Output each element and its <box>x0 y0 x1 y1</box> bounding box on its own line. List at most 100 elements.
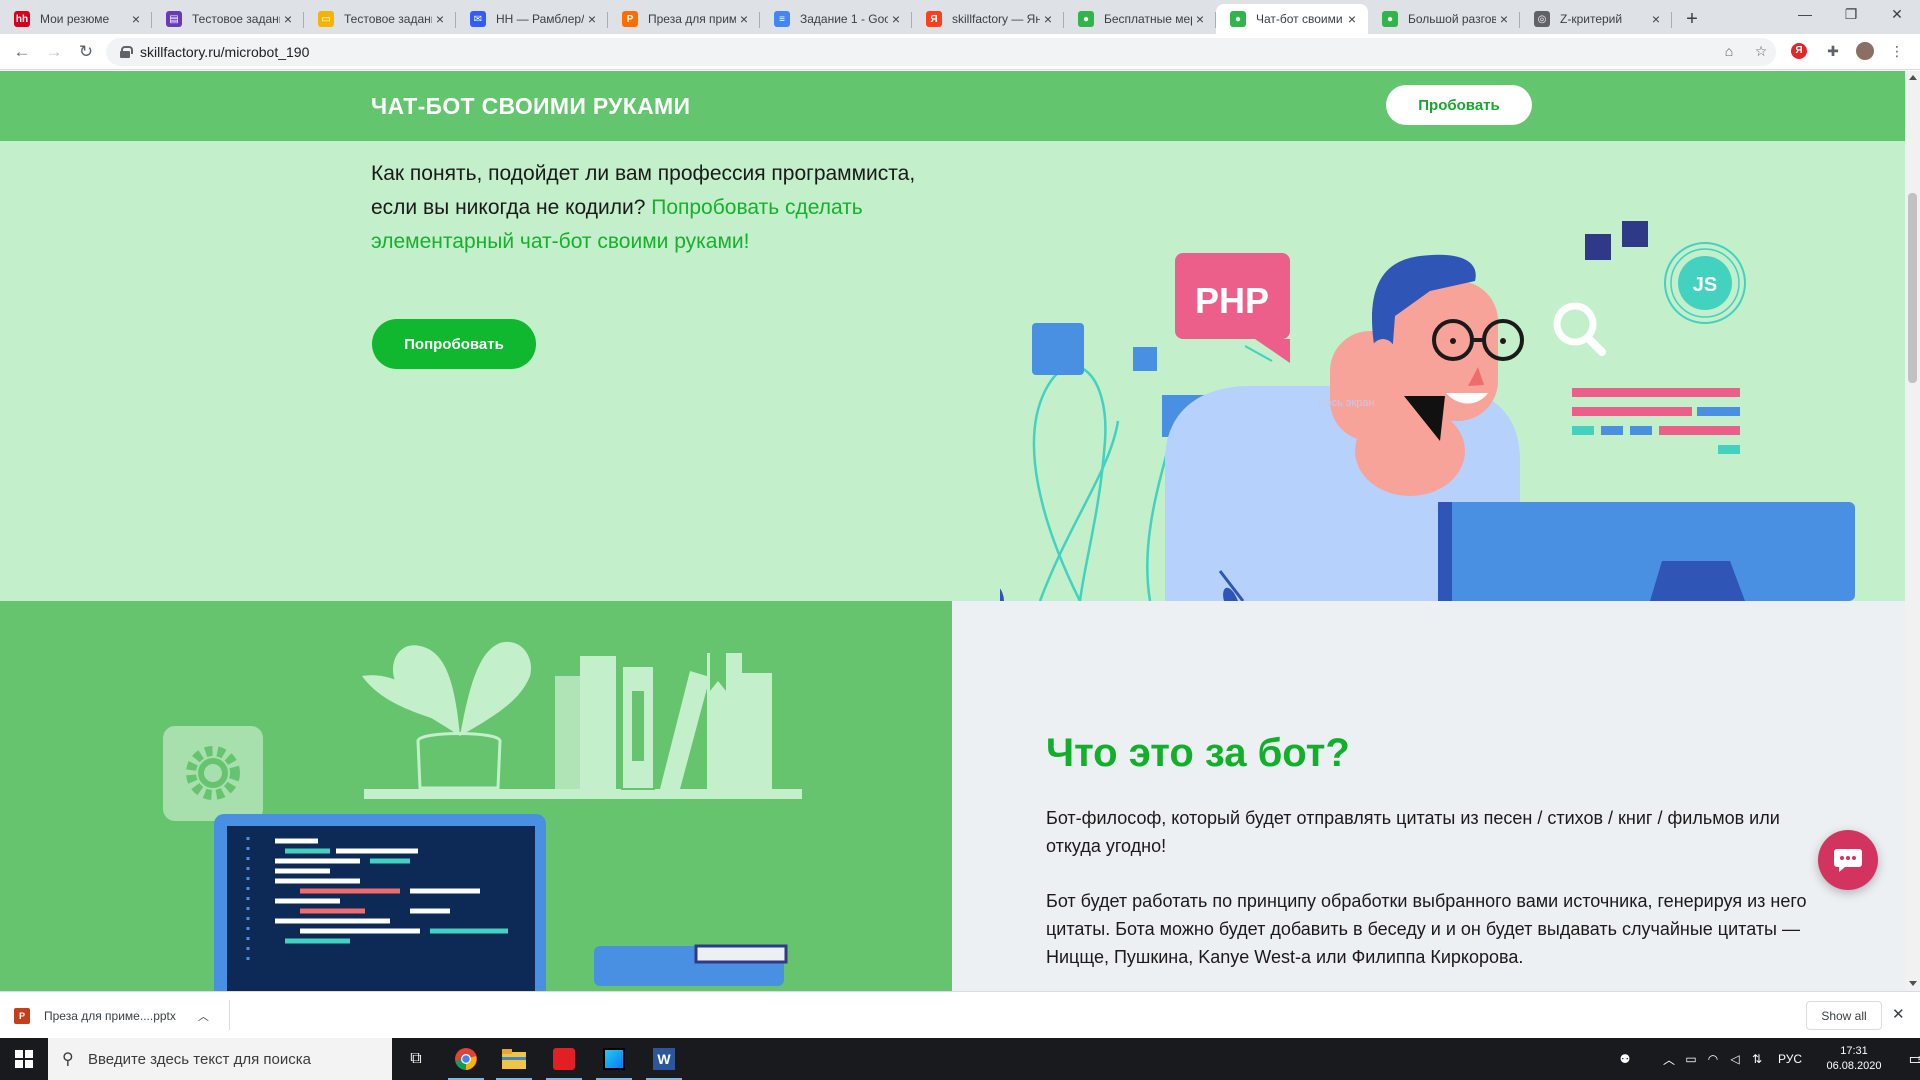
download-item[interactable]: P Преза для приме....pptx ︿ <box>14 1000 209 1032</box>
fullscreen-hint: Весь экран <box>1318 397 1375 409</box>
chat-bubble-icon <box>1834 849 1862 872</box>
browser-tab[interactable]: ● Чат-бот своими руками× <box>1216 4 1368 34</box>
wifi-icon[interactable]: ◠ <box>1702 1052 1724 1066</box>
tab-title: skillfactory — Яндекс <box>952 12 1040 26</box>
chevron-up-icon[interactable]: ︿ <box>1658 1051 1680 1068</box>
tab-title: Задание 1 - Google <box>800 12 888 26</box>
tab-strip: hhМои резюме×▤Тестовое задание×▭Тестовое… <box>0 0 1920 34</box>
chevron-up-icon[interactable]: ︿ <box>198 1008 209 1024</box>
clock[interactable]: 17:31 06.08.2020 <box>1818 1044 1890 1074</box>
browser-tab[interactable]: hh Мои резюме × <box>0 4 152 34</box>
taskbar-search-input[interactable]: ⚲ Введите здесь текст для поиска <box>48 1038 392 1080</box>
forms-icon: ▤ <box>166 11 182 27</box>
hero-section: Как понять, подойдет ли вам профессия пр… <box>0 141 1905 601</box>
scroll-up-arrow-icon[interactable] <box>1909 75 1917 80</box>
close-icon[interactable]: × <box>736 11 752 27</box>
webstorm-icon[interactable] <box>590 1038 638 1080</box>
back-arrow-icon[interactable]: ← <box>10 40 34 64</box>
about-bot-section: Что это за бот? Бот-философ, который буд… <box>952 601 1905 991</box>
download-file-name: Преза для приме....pptx <box>44 1009 176 1023</box>
browser-tab[interactable]: ● Бесплатные мероприятия× <box>1064 4 1216 34</box>
volume-icon[interactable]: ◁ <box>1724 1052 1746 1066</box>
minimize-button[interactable]: — <box>1782 0 1828 28</box>
close-icon[interactable]: × <box>280 11 296 27</box>
reload-icon[interactable]: ↻ <box>74 40 98 64</box>
extensions-puzzle-icon[interactable]: ✚ <box>1824 42 1842 60</box>
browser-tab[interactable]: ✉ HH — Рамблер/почта× <box>456 4 608 34</box>
close-icon[interactable]: ✕ <box>1892 1005 1905 1023</box>
windows-start-icon[interactable] <box>0 1038 48 1080</box>
powerpoint-file-icon: P <box>14 1008 30 1024</box>
address-bar[interactable]: skillfactory.ru/microbot_190 <box>106 38 1776 66</box>
close-icon[interactable]: × <box>1344 11 1360 27</box>
section-heading: Что это за бот? <box>1046 731 1350 775</box>
translate-icon[interactable]: ⌂ <box>1720 42 1738 60</box>
hero-try-button[interactable]: Попробовать <box>372 319 536 369</box>
browser-tab[interactable]: P Преза для примера× <box>608 4 760 34</box>
close-icon[interactable]: × <box>888 11 904 27</box>
hh-icon: hh <box>14 11 30 27</box>
skillfactory-icon: ● <box>1078 11 1094 27</box>
network-icon[interactable]: ⇅ <box>1746 1052 1768 1066</box>
new-tab-plus-icon[interactable]: + <box>1678 4 1706 34</box>
file-explorer-icon[interactable] <box>490 1038 538 1080</box>
browser-tab[interactable]: ▭ Тестовое задание× <box>304 4 456 34</box>
tab-title: Бесплатные мероприятия <box>1104 12 1192 26</box>
chat-widget-button[interactable] <box>1818 830 1878 890</box>
browser-tab[interactable]: ▤ Тестовое задание× <box>152 4 304 34</box>
close-icon[interactable]: × <box>1192 11 1208 27</box>
browser-tab[interactable]: ◎ Z-критерий × <box>1520 4 1672 34</box>
tab-title: Большой разговор <box>1408 12 1496 26</box>
header-try-button[interactable]: Пробовать <box>1386 85 1532 125</box>
tab-title: Тестовое задание <box>192 12 280 26</box>
profile-avatar[interactable] <box>1856 42 1874 60</box>
tab-title: Z-критерий <box>1560 12 1623 26</box>
forward-arrow-icon[interactable]: → <box>42 40 66 64</box>
docs-icon: ≡ <box>774 11 790 27</box>
bot-description-2: Бот будет работать по принципу обработки… <box>1046 891 1807 967</box>
restore-button[interactable]: ❐ <box>1828 0 1874 28</box>
browser-toolbar: ← → ↻ skillfactory.ru/microbot_190 ⌂ ☆ Я… <box>0 34 1920 70</box>
download-bar: P Преза для приме....pptx ︿ Show all ✕ <box>0 991 1920 1038</box>
close-icon[interactable]: × <box>584 11 600 27</box>
search-placeholder: Введите здесь текст для поиска <box>88 1050 311 1068</box>
language-indicator[interactable]: РУС <box>1772 1052 1808 1066</box>
js-badge: JS <box>1693 274 1717 296</box>
people-icon[interactable]: ⚉ <box>1610 1052 1640 1066</box>
clock-time: 17:31 <box>1840 1045 1868 1057</box>
close-icon[interactable]: × <box>128 11 144 27</box>
search-icon: ⚲ <box>62 1051 74 1068</box>
bot-description-1: Бот-философ, который будет отправлять ци… <box>1046 808 1780 856</box>
close-icon[interactable]: × <box>1040 11 1056 27</box>
chrome-taskbar-icon[interactable] <box>442 1038 490 1080</box>
hero-description: Как понять, подойдет ли вам профессия пр… <box>371 157 931 259</box>
workspace-illustration-panel <box>0 601 952 991</box>
url-text: skillfactory.ru/microbot_190 <box>140 44 310 60</box>
bookmark-star-icon[interactable]: ☆ <box>1752 42 1770 60</box>
page-scrollbar[interactable] <box>1905 71 1920 991</box>
close-icon[interactable]: × <box>1648 11 1664 27</box>
tab-title: Мои резюме <box>40 12 110 26</box>
yandex-icon: Я <box>926 11 942 27</box>
close-icon[interactable]: × <box>1496 11 1512 27</box>
task-view-icon[interactable]: ⧉ <box>392 1038 440 1080</box>
workspace-illustration <box>163 641 802 991</box>
scroll-down-arrow-icon[interactable] <box>1909 981 1917 986</box>
word-icon[interactable]: W <box>640 1038 688 1080</box>
notifications-icon[interactable]: ▭ 5 <box>1896 1049 1920 1069</box>
show-all-button[interactable]: Show all <box>1806 1001 1882 1030</box>
acrobat-reader-icon[interactable] <box>540 1038 588 1080</box>
browser-tab[interactable]: ● Большой разговор× <box>1368 4 1520 34</box>
menu-kebab-icon[interactable]: ⋮ <box>1888 42 1906 60</box>
close-window-button[interactable]: ✕ <box>1874 0 1920 28</box>
yandex-extension-icon[interactable]: Я <box>1790 42 1808 60</box>
battery-icon[interactable]: ▭ <box>1680 1052 1702 1066</box>
tab-title: Чат-бот своими руками <box>1256 12 1344 26</box>
p-icon: P <box>622 11 638 27</box>
scrollbar-thumb[interactable] <box>1908 193 1917 383</box>
browser-tab[interactable]: ≡ Задание 1 - Google× <box>760 4 912 34</box>
close-icon[interactable]: × <box>432 11 448 27</box>
tab-title: HH — Рамблер/почта <box>496 12 584 26</box>
browser-tab[interactable]: Яskillfactory — Яндекс× <box>912 4 1064 34</box>
slides-icon: ▭ <box>318 11 334 27</box>
